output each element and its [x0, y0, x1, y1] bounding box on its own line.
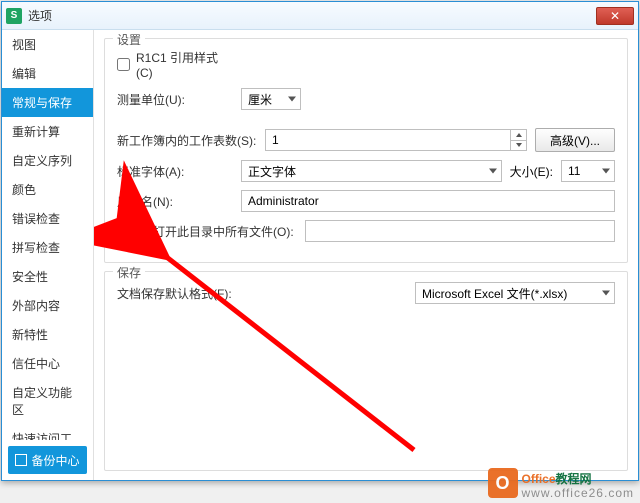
chevron-down-icon — [489, 169, 497, 174]
options-dialog: S 选项 ✕ 视图 编辑 常规与保存 重新计算 自定义序列 颜色 错误检查 拼写… — [1, 1, 639, 481]
sidebar-item-spelling[interactable]: 拼写检查 — [2, 233, 93, 262]
unit-value: 厘米 — [248, 91, 272, 108]
sidebar-item-view[interactable]: 视图 — [2, 30, 93, 59]
sidebar-item-recalc[interactable]: 重新计算 — [2, 117, 93, 146]
size-label: 大小(E): — [510, 163, 553, 180]
backup-icon — [15, 454, 27, 466]
spin-down-icon[interactable] — [511, 141, 526, 151]
sheets-input[interactable]: 1 — [265, 129, 527, 151]
size-value: 11 — [568, 164, 580, 178]
format-combo[interactable]: Microsoft Excel 文件(*.xlsx) — [415, 282, 615, 304]
sidebar-item-error-check[interactable]: 错误检查 — [2, 204, 93, 233]
user-input[interactable]: Administrator — [241, 190, 615, 212]
sidebar-item-new-features[interactable]: 新特性 — [2, 320, 93, 349]
watermark: O Office教程网 www.office26.com — [488, 467, 635, 499]
sidebar-item-custom-ribbon[interactable]: 自定义功能区 — [2, 378, 93, 424]
r1c1-label: R1C1 引用样式(C) — [136, 49, 233, 80]
unit-label: 测量单位(U): — [117, 91, 233, 108]
sidebar: 视图 编辑 常规与保存 重新计算 自定义序列 颜色 错误检查 拼写检查 安全性 … — [2, 30, 94, 480]
chevron-down-icon — [602, 169, 610, 174]
save-group: 保存 文档保存默认格式(F): Microsoft Excel 文件(*.xls… — [104, 271, 628, 471]
close-icon: ✕ — [610, 9, 620, 23]
sidebar-item-general-save[interactable]: 常规与保存 — [2, 88, 93, 117]
unit-combo[interactable]: 厘米 — [241, 88, 301, 110]
backup-center-button[interactable]: 备份中心 — [8, 446, 87, 474]
sidebar-item-custom-lists[interactable]: 自定义序列 — [2, 146, 93, 175]
sidebar-item-external[interactable]: 外部内容 — [2, 291, 93, 320]
startup-input[interactable] — [305, 220, 615, 242]
r1c1-checkbox-row[interactable]: R1C1 引用样式(C) — [117, 49, 233, 80]
backup-label: 备份中心 — [31, 452, 79, 469]
app-icon: S — [6, 8, 22, 24]
r1c1-checkbox[interactable] — [117, 58, 130, 71]
sheets-spinner[interactable] — [510, 130, 526, 150]
main-panel: 设置 R1C1 引用样式(C) 测量单位(U): 厘米 — [94, 30, 638, 480]
font-label: 标准字体(A): — [117, 163, 233, 180]
sidebar-item-security[interactable]: 安全性 — [2, 262, 93, 291]
user-value: Administrator — [248, 194, 319, 208]
sidebar-list: 视图 编辑 常规与保存 重新计算 自定义序列 颜色 错误检查 拼写检查 安全性 … — [2, 30, 93, 440]
font-combo[interactable]: 正文字体 — [241, 160, 502, 182]
chevron-down-icon — [602, 291, 610, 296]
sidebar-item-color[interactable]: 颜色 — [2, 175, 93, 204]
startup-label: 启动时打开此目录中所有文件(O): — [117, 223, 297, 240]
watermark-icon: O — [488, 468, 518, 498]
format-label: 文档保存默认格式(F): — [117, 285, 247, 302]
sidebar-item-edit[interactable]: 编辑 — [2, 59, 93, 88]
close-button[interactable]: ✕ — [596, 7, 634, 25]
user-label: 用户名(N): — [117, 193, 233, 210]
chevron-down-icon — [288, 97, 296, 102]
settings-group-title: 设置 — [113, 31, 145, 48]
sidebar-item-quick-toolbar[interactable]: 快速访问工具栏 — [2, 424, 93, 440]
format-value: Microsoft Excel 文件(*.xlsx) — [422, 285, 567, 302]
titlebar: S 选项 ✕ — [2, 2, 638, 30]
sheets-label: 新工作簿内的工作表数(S): — [117, 132, 257, 149]
advanced-button[interactable]: 高级(V)... — [535, 128, 615, 152]
font-value: 正文字体 — [248, 163, 296, 180]
spin-up-icon[interactable] — [511, 130, 526, 141]
settings-group: 设置 R1C1 引用样式(C) 测量单位(U): 厘米 — [104, 38, 628, 263]
sidebar-item-trust-center[interactable]: 信任中心 — [2, 349, 93, 378]
size-combo[interactable]: 11 — [561, 160, 615, 182]
sheets-value: 1 — [272, 133, 279, 147]
save-group-title: 保存 — [113, 264, 145, 281]
window-title: 选项 — [28, 7, 596, 24]
